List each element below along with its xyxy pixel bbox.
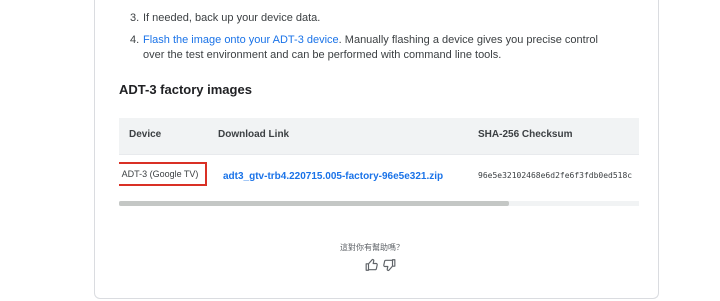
step-3-text: If needed, back up your device data.: [143, 12, 321, 24]
factory-images-table: Device Download Link SHA-256 Checksum AD…: [119, 118, 639, 206]
thumb-up-icon[interactable]: [365, 258, 379, 272]
step-4-number: 4.: [130, 34, 140, 46]
scrollbar-thumb[interactable]: [119, 201, 509, 206]
column-header-download-link: Download Link: [218, 129, 290, 140]
thumb-down-icon[interactable]: [382, 258, 396, 272]
flash-image-link[interactable]: Flash the image onto your ADT-3 device: [143, 34, 339, 46]
table-header-row: Device Download Link SHA-256 Checksum: [119, 118, 639, 154]
device-cell-highlighted: ADT-3 (Google TV): [119, 162, 207, 186]
column-header-sha256: SHA-256 Checksum: [478, 129, 573, 140]
section-heading: ADT-3 factory images: [119, 82, 252, 97]
download-link[interactable]: adt3_gtv-trb4.220715.005-factory-96e5e32…: [223, 171, 443, 182]
row-divider: [119, 154, 639, 155]
step-4-text: Flash the image onto your ADT-3 device. …: [143, 33, 613, 63]
horizontal-scrollbar[interactable]: [119, 201, 639, 206]
sha256-checksum: 96e5e32102468e6d2fe6f3fdb0ed518c: [478, 171, 633, 180]
step-3-number: 3.: [130, 12, 140, 24]
feedback-question: 這對你有幫助嗎？: [340, 243, 404, 252]
column-header-device: Device: [129, 129, 162, 140]
